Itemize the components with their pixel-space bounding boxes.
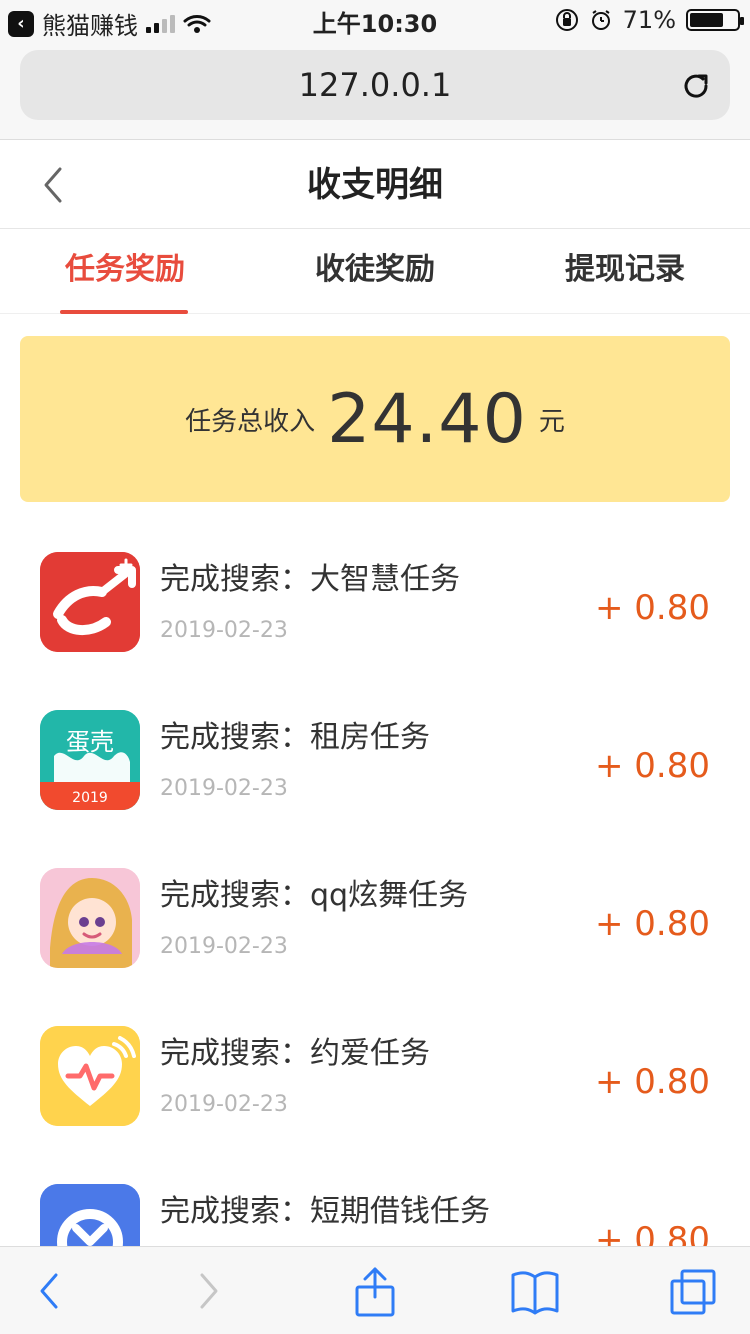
tab-bar: 任务奖励 收徒奖励 提现记录 [0, 230, 750, 314]
item-amount: + 0.80 [595, 1062, 710, 1102]
active-tab-underline [60, 310, 188, 314]
dazhihui-app-icon [40, 552, 140, 652]
alarm-icon [591, 10, 610, 30]
item-amount: + 0.80 [595, 746, 710, 786]
item-amount: + 0.80 [595, 904, 710, 944]
item-date: 2019-02-23 [160, 618, 288, 643]
bookmarks-icon[interactable] [505, 1263, 565, 1319]
qqdance-app-icon [40, 868, 140, 968]
battery-level [690, 13, 723, 27]
list-item[interactable]: 完成搜索：约爱任务 2019-02-23 + 0.80 [0, 994, 750, 1152]
share-icon[interactable] [345, 1263, 405, 1319]
tab-apprentice-rewards[interactable]: 收徒奖励 [250, 230, 500, 314]
yueai-app-icon [40, 1026, 140, 1126]
item-amount: + 0.80 [595, 588, 710, 628]
browser-toolbar: 127.0.0.1 [0, 40, 750, 140]
tab-withdraw-records[interactable]: 提现记录 [500, 230, 750, 314]
danke-app-icon: 蛋壳 2019 [40, 710, 140, 810]
summary-amount: 24.40 [327, 379, 527, 459]
page-title: 收支明细 [307, 165, 443, 205]
item-title: 完成搜索：短期借钱任务 [160, 1194, 490, 1229]
summary-label: 任务总收入 [185, 406, 316, 437]
reload-icon[interactable] [680, 70, 712, 102]
item-title: 完成搜索：约爱任务 [160, 1036, 430, 1071]
status-right: 71% [555, 6, 744, 34]
summary-unit: 元 [538, 406, 565, 437]
item-date: 2019-02-23 [160, 934, 288, 959]
item-title: 完成搜索：qq炫舞任务 [160, 878, 469, 913]
tabs-icon[interactable] [662, 1263, 722, 1319]
browser-back-icon[interactable] [20, 1263, 80, 1319]
list-item[interactable]: 蛋壳 2019 完成搜索：租房任务 2019-02-23 + 0.80 [0, 678, 750, 836]
browser-bottom-bar [0, 1246, 750, 1334]
item-title: 完成搜索：大智慧任务 [160, 562, 460, 597]
item-date: 2019-02-23 [160, 776, 288, 801]
danke-icon-text: 蛋壳 [66, 728, 114, 756]
income-summary-card: 任务总收入 24.40 元 [20, 336, 730, 502]
item-title: 完成搜索：租房任务 [160, 720, 430, 755]
orientation-lock-icon [555, 9, 578, 31]
page-header: 收支明细 [0, 141, 750, 229]
battery-percentage: 71% [622, 6, 676, 34]
url-text[interactable]: 127.0.0.1 [20, 50, 730, 120]
list-item[interactable]: 完成搜索：大智慧任务 2019-02-23 + 0.80 [0, 520, 750, 678]
danke-icon-year: 2019 [72, 790, 108, 806]
battery-icon [686, 9, 744, 31]
list-item[interactable]: 完成搜索：qq炫舞任务 2019-02-23 + 0.80 [0, 836, 750, 994]
tab-task-rewards[interactable]: 任务奖励 [0, 230, 250, 314]
item-date: 2019-02-23 [160, 1092, 288, 1117]
address-bar[interactable]: 127.0.0.1 [20, 50, 730, 120]
browser-forward-icon[interactable] [178, 1263, 238, 1319]
income-list: 完成搜索：大智慧任务 2019-02-23 + 0.80 蛋壳 2019 完成搜… [0, 520, 750, 1310]
status-bar: ‹ 熊猫赚钱 上午10:30 71% [0, 0, 750, 40]
